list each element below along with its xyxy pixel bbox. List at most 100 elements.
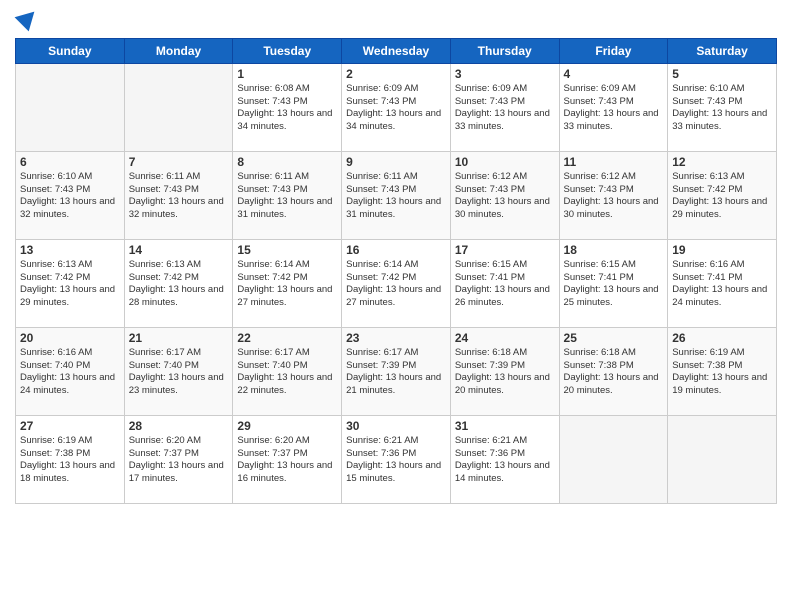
day-number: 6 [20, 155, 120, 169]
day-number: 4 [564, 67, 664, 81]
day-info: Sunrise: 6:12 AM Sunset: 7:43 PM Dayligh… [564, 171, 664, 222]
day-number: 29 [237, 419, 337, 433]
day-number: 11 [564, 155, 664, 169]
day-number: 15 [237, 243, 337, 257]
day-number: 31 [455, 419, 555, 433]
calendar-cell: 6 Sunrise: 6:10 AM Sunset: 7:43 PM Daylig… [16, 151, 125, 239]
calendar-table: SundayMondayTuesdayWednesdayThursdayFrid… [15, 38, 777, 504]
calendar-cell: 27 Sunrise: 6:19 AM Sunset: 7:38 PM Dayli… [16, 415, 125, 503]
day-number: 30 [346, 419, 446, 433]
day-info: Sunrise: 6:21 AM Sunset: 7:36 PM Dayligh… [455, 435, 555, 486]
day-number: 9 [346, 155, 446, 169]
day-info: Sunrise: 6:15 AM Sunset: 7:41 PM Dayligh… [455, 259, 555, 310]
day-info: Sunrise: 6:17 AM Sunset: 7:40 PM Dayligh… [129, 347, 229, 398]
calendar-cell [16, 63, 125, 151]
day-info: Sunrise: 6:17 AM Sunset: 7:40 PM Dayligh… [237, 347, 337, 398]
calendar-week-2: 13 Sunrise: 6:13 AM Sunset: 7:42 PM Dayli… [16, 239, 777, 327]
day-info: Sunrise: 6:17 AM Sunset: 7:39 PM Dayligh… [346, 347, 446, 398]
calendar-body: 1 Sunrise: 6:08 AM Sunset: 7:43 PM Daylig… [16, 63, 777, 503]
day-info: Sunrise: 6:16 AM Sunset: 7:41 PM Dayligh… [672, 259, 772, 310]
day-info: Sunrise: 6:09 AM Sunset: 7:43 PM Dayligh… [455, 83, 555, 134]
day-info: Sunrise: 6:19 AM Sunset: 7:38 PM Dayligh… [672, 347, 772, 398]
calendar-cell: 18 Sunrise: 6:15 AM Sunset: 7:41 PM Dayli… [559, 239, 668, 327]
day-info: Sunrise: 6:13 AM Sunset: 7:42 PM Dayligh… [129, 259, 229, 310]
calendar-cell: 24 Sunrise: 6:18 AM Sunset: 7:39 PM Dayli… [450, 327, 559, 415]
calendar-week-1: 6 Sunrise: 6:10 AM Sunset: 7:43 PM Daylig… [16, 151, 777, 239]
day-number: 12 [672, 155, 772, 169]
day-info: Sunrise: 6:21 AM Sunset: 7:36 PM Dayligh… [346, 435, 446, 486]
calendar-cell: 12 Sunrise: 6:13 AM Sunset: 7:42 PM Dayli… [668, 151, 777, 239]
day-number: 20 [20, 331, 120, 345]
day-number: 13 [20, 243, 120, 257]
day-info: Sunrise: 6:15 AM Sunset: 7:41 PM Dayligh… [564, 259, 664, 310]
day-info: Sunrise: 6:09 AM Sunset: 7:43 PM Dayligh… [346, 83, 446, 134]
logo [15, 10, 38, 30]
day-number: 27 [20, 419, 120, 433]
day-info: Sunrise: 6:18 AM Sunset: 7:39 PM Dayligh… [455, 347, 555, 398]
calendar-cell: 16Sunrise: 6:14 AM Sunset: 7:42 PM Dayli… [342, 239, 451, 327]
day-number: 10 [455, 155, 555, 169]
weekday-tuesday: Tuesday [233, 38, 342, 63]
day-info: Sunrise: 6:20 AM Sunset: 7:37 PM Dayligh… [129, 435, 229, 486]
calendar-week-3: 20 Sunrise: 6:16 AM Sunset: 7:40 PM Dayli… [16, 327, 777, 415]
calendar-cell [559, 415, 668, 503]
calendar-cell: 30 Sunrise: 6:21 AM Sunset: 7:36 PM Dayli… [342, 415, 451, 503]
calendar-cell: 28Sunrise: 6:20 AM Sunset: 7:37 PM Dayli… [124, 415, 233, 503]
calendar-cell: 21Sunrise: 6:17 AM Sunset: 7:40 PM Dayli… [124, 327, 233, 415]
day-number: 2 [346, 67, 446, 81]
weekday-header-row: SundayMondayTuesdayWednesdayThursdayFrid… [16, 38, 777, 63]
calendar-cell: 25Sunrise: 6:18 AM Sunset: 7:38 PM Dayli… [559, 327, 668, 415]
calendar-cell: 20 Sunrise: 6:16 AM Sunset: 7:40 PM Dayli… [16, 327, 125, 415]
calendar-cell: 5 Sunrise: 6:10 AM Sunset: 7:43 PM Daylig… [668, 63, 777, 151]
weekday-thursday: Thursday [450, 38, 559, 63]
calendar-cell: 11 Sunrise: 6:12 AM Sunset: 7:43 PM Dayli… [559, 151, 668, 239]
day-number: 1 [237, 67, 337, 81]
day-number: 3 [455, 67, 555, 81]
day-number: 23 [346, 331, 446, 345]
calendar-cell: 2 Sunrise: 6:09 AM Sunset: 7:43 PM Daylig… [342, 63, 451, 151]
day-info: Sunrise: 6:19 AM Sunset: 7:38 PM Dayligh… [20, 435, 120, 486]
calendar-cell: 29 Sunrise: 6:20 AM Sunset: 7:37 PM Dayli… [233, 415, 342, 503]
calendar-cell: 15 Sunrise: 6:14 AM Sunset: 7:42 PM Dayli… [233, 239, 342, 327]
day-info: Sunrise: 6:16 AM Sunset: 7:40 PM Dayligh… [20, 347, 120, 398]
calendar-cell: 3 Sunrise: 6:09 AM Sunset: 7:43 PM Daylig… [450, 63, 559, 151]
calendar-cell: 4 Sunrise: 6:09 AM Sunset: 7:43 PM Daylig… [559, 63, 668, 151]
calendar-cell: 9 Sunrise: 6:11 AM Sunset: 7:43 PM Daylig… [342, 151, 451, 239]
logo-arrow-icon [15, 4, 42, 31]
day-info: Sunrise: 6:11 AM Sunset: 7:43 PM Dayligh… [346, 171, 446, 222]
day-info: Sunrise: 6:10 AM Sunset: 7:43 PM Dayligh… [20, 171, 120, 222]
day-number: 17 [455, 243, 555, 257]
calendar-cell: 1 Sunrise: 6:08 AM Sunset: 7:43 PM Daylig… [233, 63, 342, 151]
page-header [15, 10, 777, 30]
day-number: 26 [672, 331, 772, 345]
weekday-saturday: Saturday [668, 38, 777, 63]
day-info: Sunrise: 6:08 AM Sunset: 7:43 PM Dayligh… [237, 83, 337, 134]
day-number: 18 [564, 243, 664, 257]
weekday-friday: Friday [559, 38, 668, 63]
calendar-cell: 13 Sunrise: 6:13 AM Sunset: 7:42 PM Dayli… [16, 239, 125, 327]
day-info: Sunrise: 6:13 AM Sunset: 7:42 PM Dayligh… [20, 259, 120, 310]
weekday-wednesday: Wednesday [342, 38, 451, 63]
calendar-cell: 26 Sunrise: 6:19 AM Sunset: 7:38 PM Dayli… [668, 327, 777, 415]
day-number: 7 [129, 155, 229, 169]
calendar-cell: 7 Sunrise: 6:11 AM Sunset: 7:43 PM Daylig… [124, 151, 233, 239]
day-info: Sunrise: 6:13 AM Sunset: 7:42 PM Dayligh… [672, 171, 772, 222]
day-info: Sunrise: 6:11 AM Sunset: 7:43 PM Dayligh… [129, 171, 229, 222]
day-info: Sunrise: 6:14 AM Sunset: 7:42 PM Dayligh… [346, 259, 446, 310]
day-info: Sunrise: 6:09 AM Sunset: 7:43 PM Dayligh… [564, 83, 664, 134]
day-info: Sunrise: 6:10 AM Sunset: 7:43 PM Dayligh… [672, 83, 772, 134]
calendar-cell: 22Sunrise: 6:17 AM Sunset: 7:40 PM Dayli… [233, 327, 342, 415]
day-number: 24 [455, 331, 555, 345]
day-number: 5 [672, 67, 772, 81]
calendar-week-4: 27 Sunrise: 6:19 AM Sunset: 7:38 PM Dayli… [16, 415, 777, 503]
calendar-header: SundayMondayTuesdayWednesdayThursdayFrid… [16, 38, 777, 63]
calendar-cell [668, 415, 777, 503]
calendar-cell: 31 Sunrise: 6:21 AM Sunset: 7:36 PM Dayli… [450, 415, 559, 503]
calendar-cell: 23 Sunrise: 6:17 AM Sunset: 7:39 PM Dayli… [342, 327, 451, 415]
day-number: 14 [129, 243, 229, 257]
day-info: Sunrise: 6:11 AM Sunset: 7:43 PM Dayligh… [237, 171, 337, 222]
day-info: Sunrise: 6:14 AM Sunset: 7:42 PM Dayligh… [237, 259, 337, 310]
weekday-monday: Monday [124, 38, 233, 63]
day-info: Sunrise: 6:20 AM Sunset: 7:37 PM Dayligh… [237, 435, 337, 486]
day-info: Sunrise: 6:12 AM Sunset: 7:43 PM Dayligh… [455, 171, 555, 222]
